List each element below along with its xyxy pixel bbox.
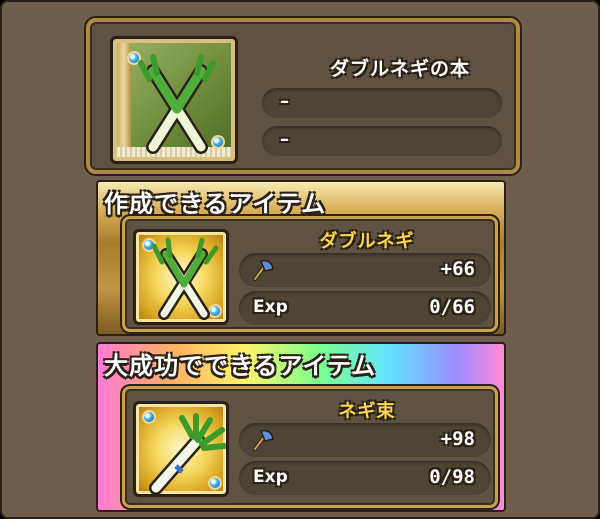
double-leek-icon <box>133 229 229 325</box>
ingredient-slot-1: – <box>262 88 502 118</box>
great-success-header: 大成功でできるアイテム <box>104 352 377 380</box>
great-success-section: 大成功でできるアイテム ネギ束 +98 Exp 0/98 <box>96 342 506 512</box>
leek-book-icon <box>110 36 238 164</box>
normal-exp-label: Exp <box>253 297 288 317</box>
normal-exp-row: Exp 0/66 <box>239 291 491 325</box>
recipe-card: ダブルネギの本 – – <box>86 18 520 174</box>
great-exp-row: Exp 0/98 <box>239 461 491 495</box>
axe-icon <box>253 429 274 451</box>
normal-result-section: 作成できるアイテム ダブルネギ +66 Exp 0/66 <box>96 180 506 336</box>
great-success-item[interactable]: ネギ束 +98 Exp 0/98 <box>122 386 498 508</box>
recipe-name: ダブルネギの本 <box>329 58 470 80</box>
axe-icon <box>253 259 274 281</box>
ingredient-slot-2-text: – <box>280 129 289 150</box>
normal-result-header: 作成できるアイテム <box>104 190 327 218</box>
great-exp-label: Exp <box>253 467 288 487</box>
great-attack-value: +98 <box>440 428 475 450</box>
normal-attack-value: +66 <box>440 258 475 280</box>
great-exp-value: 0/98 <box>429 466 475 488</box>
great-item-name: ネギ束 <box>338 401 396 422</box>
crafting-panel: ダブルネギの本 – – 作成できるアイテム ダブルネギ +66 Exp 0/66… <box>0 0 600 519</box>
normal-exp-value: 0/66 <box>429 296 475 318</box>
normal-attack-row: +66 <box>239 253 491 287</box>
ingredient-slot-2: – <box>262 126 502 156</box>
great-attack-row: +98 <box>239 423 491 457</box>
normal-item-name: ダブルネギ <box>319 231 415 252</box>
leek-bundle-icon <box>133 401 229 497</box>
normal-result-item[interactable]: ダブルネギ +66 Exp 0/66 <box>122 216 498 332</box>
ingredient-slot-1-text: – <box>280 91 289 112</box>
